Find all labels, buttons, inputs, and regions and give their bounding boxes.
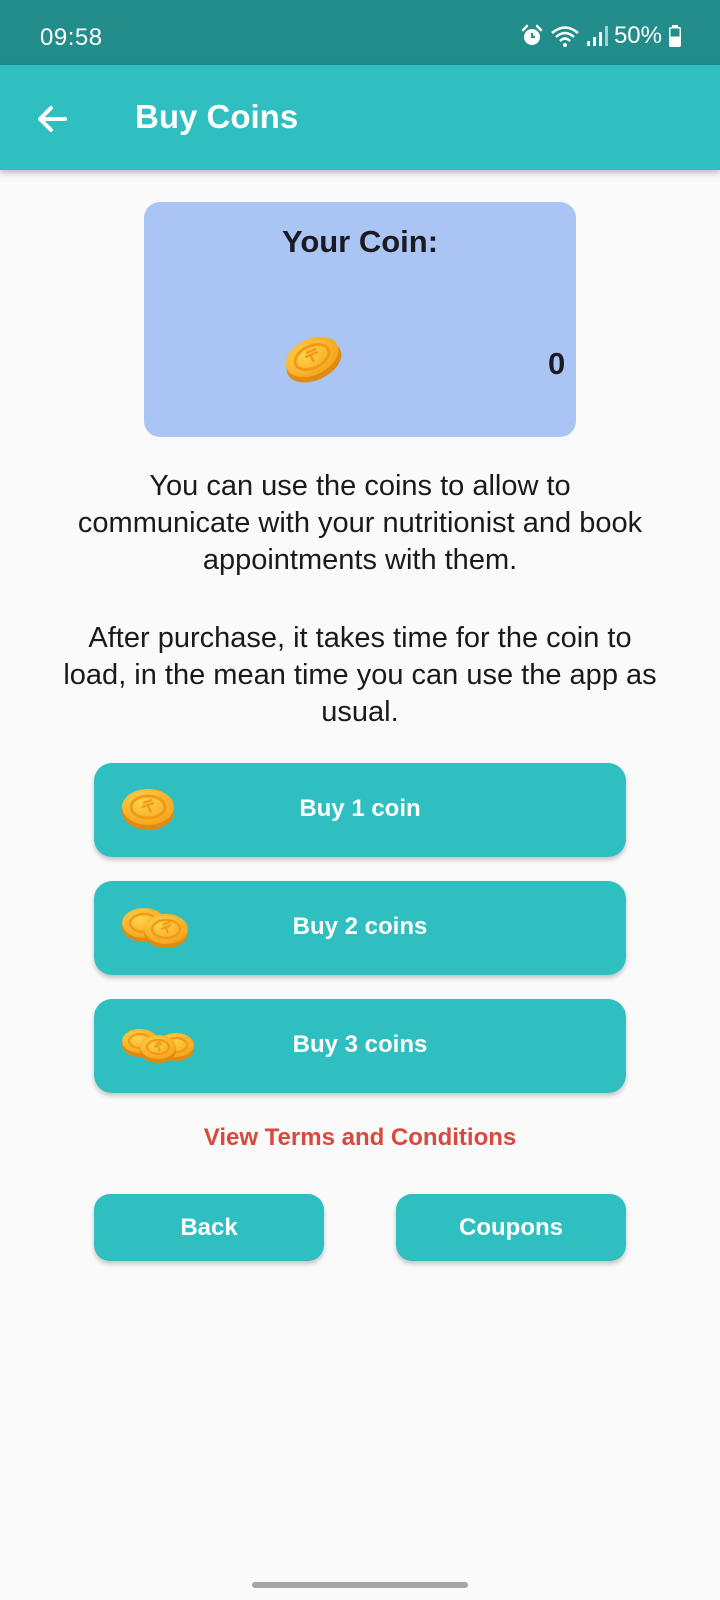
- terms-and-conditions-link[interactable]: View Terms and Conditions: [0, 1124, 720, 1152]
- alarm-icon: [521, 24, 543, 45]
- status-time: 09:58: [40, 24, 103, 51]
- buy-3-coins-button[interactable]: Buy 3 coins: [94, 999, 626, 1093]
- status-bar: 09:58 50%: [0, 0, 720, 65]
- wifi-icon: [551, 26, 579, 47]
- info-paragraph-usage: You can use the coins to allow to commun…: [77, 470, 643, 576]
- coin-card-title: Your Coin:: [281, 224, 439, 259]
- info-paragraph-loading: After purchase, it takes time for the co…: [63, 622, 657, 728]
- battery-icon: [669, 25, 681, 47]
- buy-3-coins-label: Buy 3 coins: [292, 1031, 428, 1058]
- coin-count: 0: [548, 346, 566, 381]
- arrow-left-icon[interactable]: [33, 99, 73, 139]
- coin-icon: [285, 336, 342, 383]
- coupons-button[interactable]: Coupons: [396, 1194, 626, 1261]
- buy-2-coins-button[interactable]: Buy 2 coins: [94, 881, 626, 975]
- coin-balance-card: Your Coin: 0: [144, 202, 576, 437]
- buy-1-coin-button[interactable]: Buy 1 coin: [94, 763, 626, 857]
- battery-percent: 50%: [613, 22, 662, 49]
- signal-icon: [586, 26, 608, 46]
- buy-2-coins-label: Buy 2 coins: [292, 913, 428, 940]
- page-title: Buy Coins: [135, 98, 299, 135]
- home-indicator[interactable]: [252, 1582, 468, 1588]
- back-button[interactable]: Back: [94, 1194, 324, 1261]
- buy-1-coin-label: Buy 1 coin: [299, 795, 421, 822]
- app-bar: Buy Coins: [0, 65, 720, 170]
- status-icons: 50%: [520, 22, 682, 50]
